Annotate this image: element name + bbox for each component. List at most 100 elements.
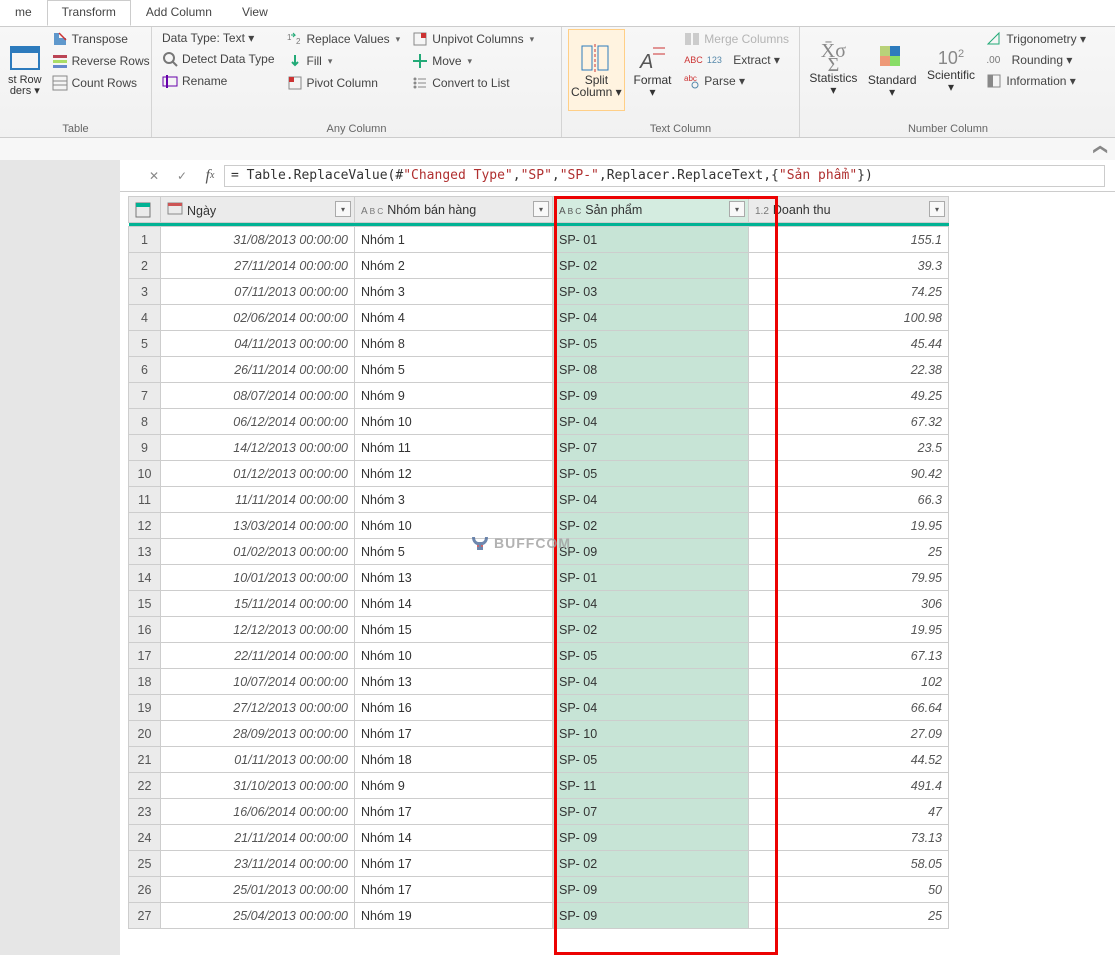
table-row[interactable]: 307/11/2013 00:00:00Nhóm 3SP- 0374.25	[129, 279, 949, 305]
table-row[interactable]: 1111/11/2014 00:00:00Nhóm 3SP- 0466.3	[129, 487, 949, 513]
cell-group[interactable]: Nhóm 3	[355, 279, 553, 305]
cell-date[interactable]: 27/11/2014 00:00:00	[161, 253, 355, 279]
cell-product[interactable]: SP- 05	[553, 643, 749, 669]
cell-revenue[interactable]: 39.3	[749, 253, 949, 279]
col-header-product[interactable]: ABCSản phẩm▾	[553, 197, 749, 223]
filter-button[interactable]: ▾	[729, 201, 745, 217]
cell-revenue[interactable]: 155.1	[749, 227, 949, 253]
cell-group[interactable]: Nhóm 4	[355, 305, 553, 331]
cell-group[interactable]: Nhóm 9	[355, 383, 553, 409]
cell-date[interactable]: 22/11/2014 00:00:00	[161, 643, 355, 669]
cell-revenue[interactable]: 67.13	[749, 643, 949, 669]
formula-input[interactable]: = Table.ReplaceValue(#"Changed Type","SP…	[224, 165, 1105, 187]
cell-product[interactable]: SP- 09	[553, 825, 749, 851]
cell-group[interactable]: Nhóm 17	[355, 851, 553, 877]
cell-date[interactable]: 31/08/2013 00:00:00	[161, 227, 355, 253]
cell-product[interactable]: SP- 02	[553, 851, 749, 877]
cell-date[interactable]: 01/11/2013 00:00:00	[161, 747, 355, 773]
cell-group[interactable]: Nhóm 17	[355, 877, 553, 903]
cell-revenue[interactable]: 58.05	[749, 851, 949, 877]
cell-date[interactable]: 10/07/2014 00:00:00	[161, 669, 355, 695]
cell-date[interactable]: 01/02/2013 00:00:00	[161, 539, 355, 565]
table-row[interactable]: 1810/07/2014 00:00:00Nhóm 13SP- 04102	[129, 669, 949, 695]
extract-button[interactable]: ABC123 Extract ▾	[680, 51, 793, 69]
cell-date[interactable]: 27/12/2013 00:00:00	[161, 695, 355, 721]
transpose-button[interactable]: Transpose	[48, 29, 154, 49]
cell-product[interactable]: SP- 09	[553, 903, 749, 929]
cell-group[interactable]: Nhóm 12	[355, 461, 553, 487]
cell-date[interactable]: 13/03/2014 00:00:00	[161, 513, 355, 539]
move-button[interactable]: Move▾	[408, 51, 538, 71]
cell-date[interactable]: 25/01/2013 00:00:00	[161, 877, 355, 903]
cell-product[interactable]: SP- 04	[553, 695, 749, 721]
table-row[interactable]: 2725/04/2013 00:00:00Nhóm 19SP- 0925	[129, 903, 949, 929]
cell-group[interactable]: Nhóm 11	[355, 435, 553, 461]
rounding-button[interactable]: .00 Rounding ▾	[982, 51, 1090, 69]
cell-product[interactable]: SP- 11	[553, 773, 749, 799]
cell-group[interactable]: Nhóm 2	[355, 253, 553, 279]
cell-product[interactable]: SP- 05	[553, 331, 749, 357]
cell-product[interactable]: SP- 01	[553, 227, 749, 253]
use-first-row-headers-button[interactable]: st Row ders ▾	[6, 29, 44, 111]
cell-date[interactable]: 02/06/2014 00:00:00	[161, 305, 355, 331]
table-row[interactable]: 2625/01/2013 00:00:00Nhóm 17SP- 0950	[129, 877, 949, 903]
cell-group[interactable]: Nhóm 16	[355, 695, 553, 721]
cell-revenue[interactable]: 22.38	[749, 357, 949, 383]
cell-date[interactable]: 21/11/2014 00:00:00	[161, 825, 355, 851]
cell-product[interactable]: SP- 08	[553, 357, 749, 383]
cell-revenue[interactable]: 100.98	[749, 305, 949, 331]
split-column-button[interactable]: Split Column ▾	[568, 29, 625, 111]
cell-revenue[interactable]: 74.25	[749, 279, 949, 305]
table-row[interactable]: 1722/11/2014 00:00:00Nhóm 10SP- 0567.13	[129, 643, 949, 669]
table-row[interactable]: 2231/10/2013 00:00:00Nhóm 9SP- 11491.4	[129, 773, 949, 799]
col-header-group[interactable]: ABCNhóm bán hàng▾	[355, 197, 553, 223]
cell-group[interactable]: Nhóm 9	[355, 773, 553, 799]
cell-product[interactable]: SP- 01	[553, 565, 749, 591]
cell-revenue[interactable]: 44.52	[749, 747, 949, 773]
cell-date[interactable]: 26/11/2014 00:00:00	[161, 357, 355, 383]
cell-revenue[interactable]: 23.5	[749, 435, 949, 461]
reverse-rows-button[interactable]: Reverse Rows	[48, 51, 154, 71]
table-row[interactable]: 708/07/2014 00:00:00Nhóm 9SP- 0949.25	[129, 383, 949, 409]
data-type-button[interactable]: Data Type: Text ▾	[158, 29, 279, 47]
cell-product[interactable]: SP- 09	[553, 877, 749, 903]
cell-group[interactable]: Nhóm 14	[355, 825, 553, 851]
cell-group[interactable]: Nhóm 1	[355, 227, 553, 253]
tab-home[interactable]: me	[0, 0, 47, 26]
detect-data-type-button[interactable]: Detect Data Type	[158, 49, 279, 69]
cell-date[interactable]: 31/10/2013 00:00:00	[161, 773, 355, 799]
cell-product[interactable]: SP- 04	[553, 409, 749, 435]
cell-date[interactable]: 08/07/2014 00:00:00	[161, 383, 355, 409]
cell-product[interactable]: SP- 09	[553, 383, 749, 409]
table-row[interactable]: 227/11/2014 00:00:00Nhóm 2SP- 0239.3	[129, 253, 949, 279]
cell-group[interactable]: Nhóm 5	[355, 357, 553, 383]
information-button[interactable]: Information ▾	[982, 71, 1090, 91]
cell-date[interactable]: 07/11/2013 00:00:00	[161, 279, 355, 305]
cell-product[interactable]: SP- 04	[553, 487, 749, 513]
col-header-date[interactable]: Ngày▾	[161, 197, 355, 223]
cell-group[interactable]: Nhóm 13	[355, 669, 553, 695]
table-row[interactable]: 1927/12/2013 00:00:00Nhóm 16SP- 0466.64	[129, 695, 949, 721]
format-button[interactable]: A Format ▾	[629, 29, 677, 111]
cell-product[interactable]: SP- 03	[553, 279, 749, 305]
unpivot-columns-button[interactable]: Unpivot Columns▾	[408, 29, 538, 49]
table-row[interactable]: 914/12/2013 00:00:00Nhóm 11SP- 0723.5	[129, 435, 949, 461]
cell-group[interactable]: Nhóm 10	[355, 643, 553, 669]
table-row[interactable]: 2523/11/2014 00:00:00Nhóm 17SP- 0258.05	[129, 851, 949, 877]
cell-date[interactable]: 15/11/2014 00:00:00	[161, 591, 355, 617]
cancel-formula-button[interactable]: ✕	[140, 165, 168, 187]
table-row[interactable]: 2028/09/2013 00:00:00Nhóm 17SP- 1027.09	[129, 721, 949, 747]
cell-date[interactable]: 01/12/2013 00:00:00	[161, 461, 355, 487]
cell-revenue[interactable]: 306	[749, 591, 949, 617]
cell-product[interactable]: SP- 10	[553, 721, 749, 747]
collapse-queries-icon[interactable]: ❮	[1093, 143, 1110, 155]
cell-product[interactable]: SP- 04	[553, 591, 749, 617]
trigonometry-button[interactable]: Trigonometry ▾	[982, 29, 1090, 49]
cell-date[interactable]: 25/04/2013 00:00:00	[161, 903, 355, 929]
filter-button[interactable]: ▾	[335, 201, 351, 217]
table-row[interactable]: 131/08/2013 00:00:00Nhóm 1SP- 01155.1	[129, 227, 949, 253]
cell-product[interactable]: SP- 07	[553, 435, 749, 461]
cell-date[interactable]: 14/12/2013 00:00:00	[161, 435, 355, 461]
cell-date[interactable]: 10/01/2013 00:00:00	[161, 565, 355, 591]
cell-group[interactable]: Nhóm 17	[355, 721, 553, 747]
